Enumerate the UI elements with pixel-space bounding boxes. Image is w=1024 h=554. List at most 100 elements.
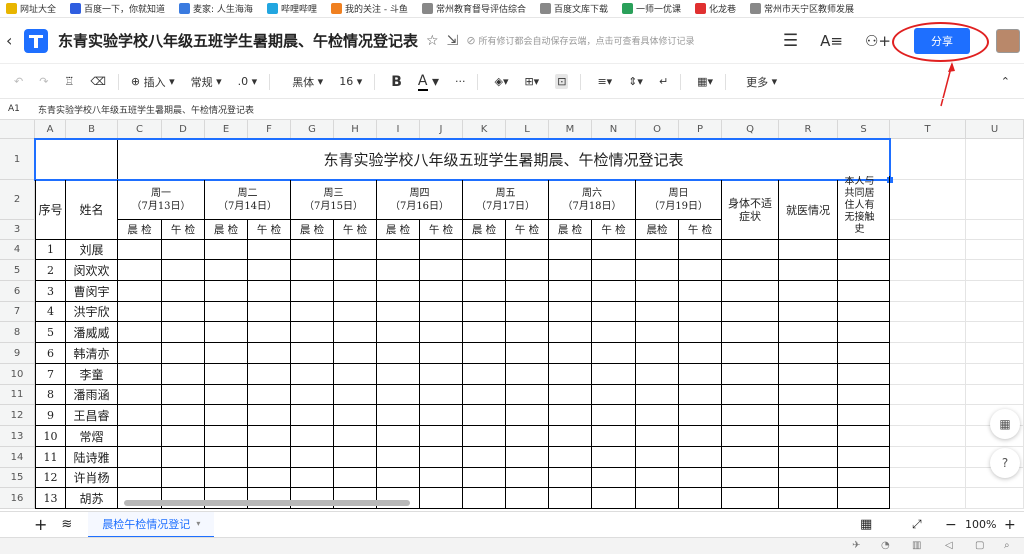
data-cell[interactable]	[549, 260, 592, 281]
data-cell[interactable]	[549, 302, 592, 322]
name-cell[interactable]: 王昌睿	[66, 405, 118, 426]
name-cell[interactable]: 陆诗雅	[66, 447, 118, 468]
column-header[interactable]: C	[118, 120, 162, 139]
data-cell[interactable]	[779, 260, 838, 281]
format-painter-icon[interactable]: ♖	[64, 75, 74, 88]
data-cell[interactable]	[722, 343, 779, 364]
data-cell[interactable]	[506, 488, 549, 509]
data-cell[interactable]	[679, 385, 722, 405]
freeze-icon[interactable]: ▦▾	[697, 75, 713, 88]
fill-color-icon[interactable]: ◈▾	[494, 75, 508, 88]
column-header[interactable]: P	[679, 120, 722, 139]
vertical-align-icon[interactable]: ⇕▾	[628, 75, 643, 88]
data-cell[interactable]	[506, 405, 549, 426]
select-all-corner[interactable]	[0, 120, 35, 139]
seq-cell[interactable]: 11	[35, 447, 66, 468]
seq-cell[interactable]: 6	[35, 343, 66, 364]
trash-icon[interactable]: ▥	[912, 540, 921, 551]
data-cell[interactable]	[334, 343, 377, 364]
data-cell[interactable]	[592, 364, 636, 385]
data-cell[interactable]	[636, 385, 679, 405]
data-cell[interactable]	[377, 260, 420, 281]
data-cell[interactable]	[162, 385, 205, 405]
data-cell[interactable]	[118, 260, 162, 281]
row-header[interactable]: 7	[0, 302, 35, 322]
data-cell[interactable]	[291, 426, 334, 447]
seq-cell[interactable]: 8	[35, 385, 66, 405]
data-cell[interactable]	[549, 240, 592, 260]
grid-cell[interactable]	[966, 139, 1024, 180]
sheet-list-icon[interactable]: ≋	[61, 517, 72, 532]
data-cell[interactable]	[420, 322, 463, 343]
data-cell[interactable]	[334, 426, 377, 447]
data-cell[interactable]	[248, 364, 291, 385]
data-cell[interactable]	[377, 468, 420, 488]
data-cell[interactable]	[248, 240, 291, 260]
column-header[interactable]: K	[463, 120, 506, 139]
data-cell[interactable]	[636, 468, 679, 488]
text-format-icon[interactable]: A≡	[820, 32, 843, 50]
data-cell[interactable]	[291, 468, 334, 488]
bookmark-item[interactable]: 麦家: 人生海海	[179, 2, 253, 15]
data-cell[interactable]	[679, 405, 722, 426]
data-cell[interactable]	[248, 302, 291, 322]
formula-input[interactable]: 东青实验学校八年级五班学生暑期晨、午检情况登记表	[32, 103, 254, 116]
data-cell[interactable]	[334, 447, 377, 468]
data-cell[interactable]	[334, 281, 377, 302]
data-cell[interactable]	[549, 426, 592, 447]
data-cell[interactable]	[377, 281, 420, 302]
bookmark-item[interactable]: 我的关注 - 斗鱼	[330, 2, 408, 15]
column-header[interactable]: S	[838, 120, 890, 139]
data-cell[interactable]	[679, 322, 722, 343]
data-cell[interactable]	[162, 260, 205, 281]
column-header[interactable]: T	[890, 120, 966, 139]
data-cell[interactable]	[205, 447, 248, 468]
data-cell[interactable]	[205, 302, 248, 322]
bookmark-item[interactable]: 百度一下，你就知道	[70, 2, 165, 15]
grid-cell[interactable]	[890, 405, 966, 426]
seq-cell[interactable]: 2	[35, 260, 66, 281]
data-cell[interactable]	[679, 364, 722, 385]
data-cell[interactable]	[463, 322, 506, 343]
data-cell[interactable]	[291, 322, 334, 343]
data-cell[interactable]	[636, 447, 679, 468]
data-cell[interactable]	[291, 405, 334, 426]
data-cell[interactable]	[162, 240, 205, 260]
data-cell[interactable]	[118, 426, 162, 447]
add-sheet-icon[interactable]: +	[34, 515, 47, 534]
data-cell[interactable]	[463, 488, 506, 509]
data-cell[interactable]	[463, 405, 506, 426]
column-header[interactable]: H	[334, 120, 377, 139]
data-cell[interactable]	[838, 343, 890, 364]
decimal-button[interactable]: .0 ▾	[238, 75, 258, 88]
border-icon[interactable]: ⊞▾	[524, 75, 539, 88]
data-cell[interactable]	[463, 447, 506, 468]
data-cell[interactable]	[162, 281, 205, 302]
fit-screen-icon[interactable]: ⤢	[912, 517, 922, 532]
data-cell[interactable]	[679, 302, 722, 322]
data-cell[interactable]	[838, 488, 890, 509]
name-cell[interactable]: 刘展	[66, 240, 118, 260]
star-icon[interactable]: ☆	[426, 33, 439, 49]
name-cell[interactable]: 闵欢欢	[66, 260, 118, 281]
data-cell[interactable]	[838, 281, 890, 302]
grid-cell[interactable]	[966, 322, 1024, 343]
column-header[interactable]: L	[506, 120, 549, 139]
data-cell[interactable]	[506, 240, 549, 260]
data-cell[interactable]	[779, 240, 838, 260]
row-header[interactable]: 11	[0, 385, 35, 405]
seq-cell[interactable]: 10	[35, 426, 66, 447]
row-header[interactable]: 2	[0, 180, 35, 220]
data-cell[interactable]	[291, 302, 334, 322]
data-cell[interactable]	[779, 281, 838, 302]
row-header[interactable]: 1	[0, 139, 35, 180]
data-cell[interactable]	[506, 364, 549, 385]
bookmark-item[interactable]: 常州教育督导评估综合	[421, 2, 526, 15]
grid-cell[interactable]	[890, 488, 966, 509]
grid-cell[interactable]	[966, 260, 1024, 281]
data-cell[interactable]	[205, 240, 248, 260]
data-cell[interactable]	[162, 426, 205, 447]
data-cell[interactable]	[549, 343, 592, 364]
data-cell[interactable]	[420, 240, 463, 260]
row-header[interactable]: 4	[0, 240, 35, 260]
